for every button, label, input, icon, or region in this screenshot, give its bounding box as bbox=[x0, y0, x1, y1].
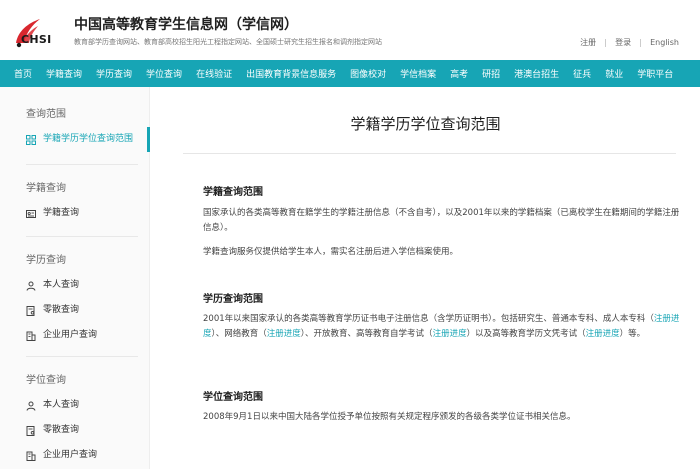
sidebar-group-xuewei: 学位查询 本人查询 零散查询 企业用户查询 bbox=[0, 357, 149, 468]
id-card-icon bbox=[26, 210, 36, 218]
text-run: ）、网络教育（ bbox=[211, 329, 267, 339]
text-run: ）、开放教育、高等教育自学考试（ bbox=[300, 329, 433, 339]
nav-abroad-service[interactable]: 出国教育背景信息服务 bbox=[246, 67, 336, 80]
nav-zhengbing[interactable]: 征兵 bbox=[573, 67, 591, 80]
nav-xuezhi[interactable]: 学职平台 bbox=[637, 67, 673, 80]
building-icon bbox=[26, 451, 36, 461]
link-divider bbox=[605, 38, 607, 47]
login-link[interactable]: 登录 bbox=[615, 37, 631, 48]
sidebar-group-title: 查询范围 bbox=[26, 109, 66, 120]
title-divider bbox=[183, 153, 676, 154]
sidebar-group-title: 学历查询 bbox=[26, 255, 66, 266]
site-title[interactable]: 中国高等教育学生信息网（学信网） bbox=[74, 14, 298, 34]
user-icon bbox=[26, 281, 36, 291]
section-text-xueji-2: 学籍查询服务仅提供给学生本人，需实名注册后进入学信档案使用。 bbox=[203, 247, 459, 257]
main-content: 学籍学历学位查询范围 学籍查询范围 国家承认的各类高等教育在籍学生的学籍注册信息… bbox=[151, 87, 700, 469]
section-text-xueli: 2001年以来国家承认的各类高等教育学历证书电子注册信息（含学历证明书）。包括研… bbox=[203, 312, 683, 342]
nav-xuewei[interactable]: 学位查询 bbox=[146, 67, 182, 80]
sidebar-item-xuewei-self[interactable]: 本人查询 bbox=[0, 393, 149, 418]
sidebar-item-xuewei-scattered[interactable]: 零散查询 bbox=[0, 418, 149, 443]
text-run: ）等。 bbox=[619, 329, 646, 339]
sidebar-item-label: 学籍学历学位查询范围 bbox=[43, 134, 134, 144]
nav-gaokao[interactable]: 高考 bbox=[450, 67, 468, 80]
sidebar-item-label: 企业用户查询 bbox=[43, 330, 98, 340]
sidebar-item-xueli-self[interactable]: 本人查询 bbox=[0, 273, 149, 298]
sidebar-item-scope[interactable]: 学籍学历学位查询范围 bbox=[0, 127, 150, 152]
progress-link-diploma[interactable]: 注册进度 bbox=[586, 329, 620, 339]
section-text-xueji-1: 国家承认的各类高等教育在籍学生的学籍注册信息（不含自考），以及2001年以来的学… bbox=[203, 208, 680, 233]
sidebar-item-xuewei-enterprise[interactable]: 企业用户查询 bbox=[0, 443, 149, 468]
sidebar-group-title: 学籍查询 bbox=[26, 183, 66, 194]
nav-online-verify[interactable]: 在线验证 bbox=[196, 67, 232, 80]
sidebar-item-label: 学籍查询 bbox=[43, 208, 80, 218]
nav-gangaotai[interactable]: 港澳台招生 bbox=[514, 67, 559, 80]
top-links: 注册 登录 English bbox=[580, 37, 679, 48]
nav-xueli[interactable]: 学历查询 bbox=[96, 67, 132, 80]
sidebar-item-label: 企业用户查询 bbox=[43, 450, 98, 460]
nav-yanzhao[interactable]: 研招 bbox=[482, 67, 500, 80]
register-link[interactable]: 注册 bbox=[580, 37, 596, 48]
sidebar-item-label: 零散查询 bbox=[43, 305, 80, 315]
link-divider bbox=[640, 38, 642, 47]
progress-link-online[interactable]: 注册进度 bbox=[267, 329, 301, 339]
nav-archive[interactable]: 学信档案 bbox=[400, 67, 436, 80]
grid-icon bbox=[26, 135, 36, 145]
building-icon bbox=[26, 331, 36, 341]
sidebar-item-xueli-scattered[interactable]: 零散查询 bbox=[0, 298, 149, 323]
page-title: 学籍学历学位查询范围 bbox=[350, 115, 501, 133]
sidebar: 查询范围 学籍学历学位查询范围 学籍查询 学籍查询 学历查询 本人查询 零散查询… bbox=[0, 87, 150, 469]
sidebar-group-title: 学位查询 bbox=[26, 375, 66, 386]
progress-link-selfstudy[interactable]: 注册进度 bbox=[433, 329, 467, 339]
sidebar-group-scope: 查询范围 学籍学历学位查询范围 bbox=[0, 87, 150, 152]
sidebar-item-label: 零散查询 bbox=[43, 425, 80, 435]
nav-image-check[interactable]: 图像校对 bbox=[350, 67, 386, 80]
english-link[interactable]: English bbox=[650, 38, 679, 47]
nav-xueji[interactable]: 学籍查询 bbox=[46, 67, 82, 80]
section-heading-xueli: 学历查询范围 bbox=[203, 294, 263, 305]
sidebar-item-label: 本人查询 bbox=[43, 280, 80, 290]
sidebar-item-label: 本人查询 bbox=[43, 400, 80, 410]
sidebar-group-xueji: 学籍查询 学籍查询 bbox=[0, 165, 149, 226]
document-icon bbox=[26, 426, 35, 436]
text-run: 2001年以来国家承认的各类高等教育学历证书电子注册信息（含学历证明书）。包括研… bbox=[203, 314, 654, 324]
nav-jiuye[interactable]: 就业 bbox=[605, 67, 623, 80]
logo-text: CHSI bbox=[21, 33, 52, 46]
section-text-xuewei: 2008年9月1日以来中国大陆各学位授予单位按照有关规定程序颁发的各级各类学位证… bbox=[203, 412, 576, 422]
main-nav: 首页 学籍查询 学历查询 学位查询 在线验证 出国教育背景信息服务 图像校对 学… bbox=[0, 60, 700, 87]
document-icon bbox=[26, 306, 35, 316]
site-subtitle: 教育部学历查询网站、教育部高校招生阳光工程指定网站、全国硕士研究生招生报名和调剂… bbox=[74, 38, 382, 46]
sidebar-item-xueli-enterprise[interactable]: 企业用户查询 bbox=[0, 323, 149, 348]
nav-home[interactable]: 首页 bbox=[14, 67, 32, 80]
site-header: CHSI 中国高等教育学生信息网（学信网） 教育部学历查询网站、教育部高校招生阳… bbox=[0, 0, 700, 60]
sidebar-group-xueli: 学历查询 本人查询 零散查询 企业用户查询 bbox=[0, 237, 149, 348]
sidebar-item-xueji-query[interactable]: 学籍查询 bbox=[0, 201, 149, 226]
section-heading-xueji: 学籍查询范围 bbox=[203, 187, 263, 198]
text-run: ）以及高等教育学历文凭考试（ bbox=[466, 329, 586, 339]
section-heading-xuewei: 学位查询范围 bbox=[203, 392, 263, 403]
user-icon bbox=[26, 401, 36, 411]
